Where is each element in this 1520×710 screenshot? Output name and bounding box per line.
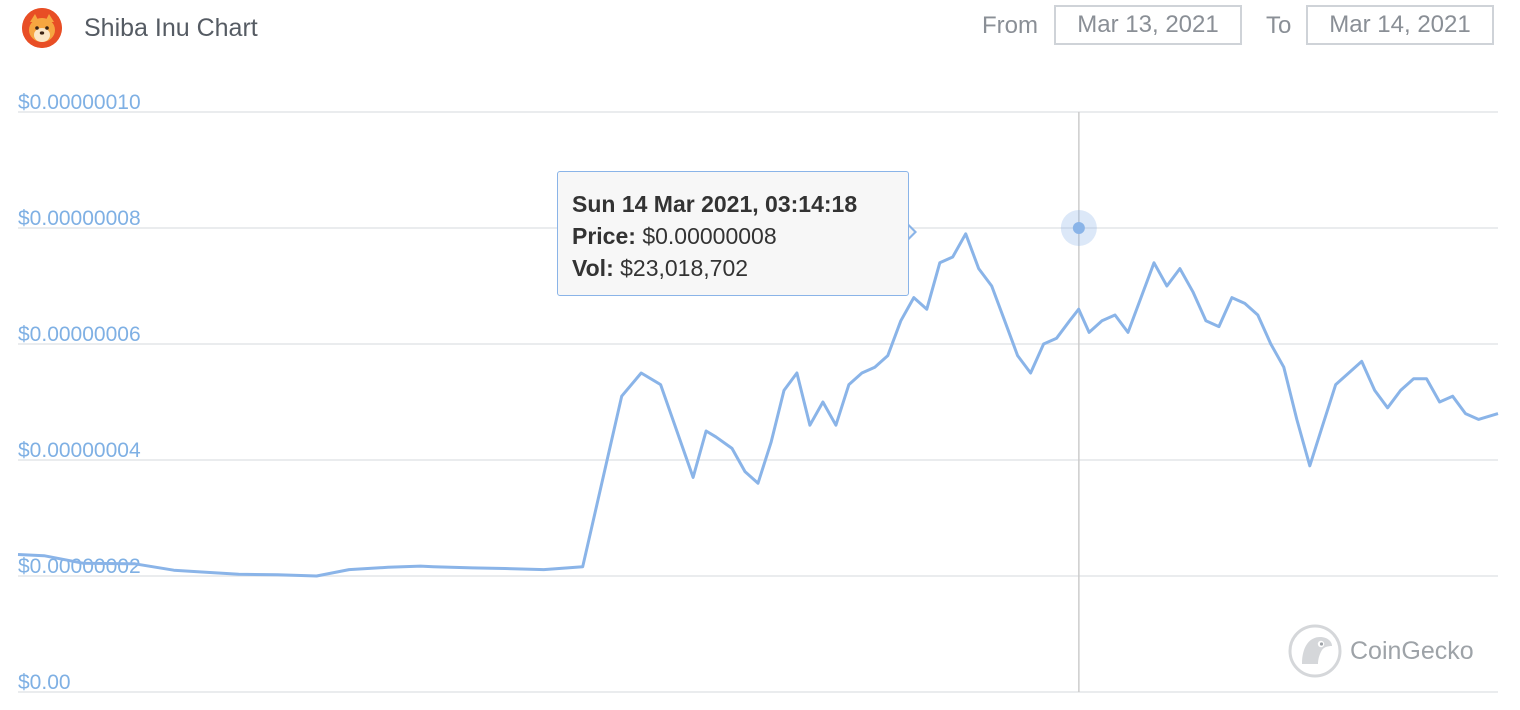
y-tick-label: $0.00000004 bbox=[18, 439, 141, 462]
chart-tooltip: Sun 14 Mar 2021, 03:14:18 Price: $0.0000… bbox=[557, 171, 909, 296]
y-tick-label: $0.00000010 bbox=[18, 91, 141, 114]
hover-marker-point[interactable] bbox=[1072, 222, 1085, 234]
price-chart[interactable]: $0.00 $0.00000002 $0.00000004 $0.00000006 $0… bbox=[0, 0, 1520, 710]
coingecko-watermark-text: CoinGecko bbox=[1350, 636, 1474, 665]
y-tick-label: $0.00000002 bbox=[18, 555, 141, 578]
tooltip-price-label: Price: bbox=[572, 223, 636, 249]
y-tick-label: $0.00000008 bbox=[18, 207, 141, 230]
y-tick-label: $0.00000006 bbox=[18, 323, 141, 346]
tooltip-volume-row: Vol: $23,018,702 bbox=[572, 252, 894, 284]
y-tick-label: $0.00 bbox=[18, 671, 71, 694]
coingecko-watermark: CoinGecko bbox=[1288, 624, 1474, 678]
tooltip-volume-value: $23,018,702 bbox=[620, 255, 749, 281]
tooltip-price-value: $0.00000008 bbox=[642, 223, 777, 249]
tooltip-volume-label: Vol: bbox=[572, 255, 614, 281]
tooltip-datetime: Sun 14 Mar 2021, 03:14:18 bbox=[572, 191, 858, 217]
tooltip-price-row: Price: $0.00000008 bbox=[572, 220, 894, 252]
coingecko-gecko-icon bbox=[1288, 624, 1342, 678]
